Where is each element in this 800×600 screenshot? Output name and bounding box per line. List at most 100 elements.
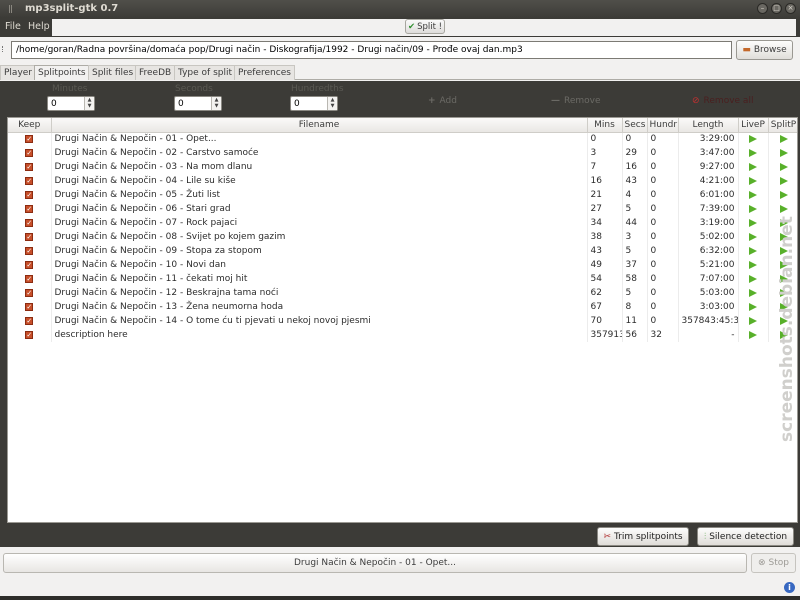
livep-cell[interactable] (738, 188, 769, 202)
table-row[interactable]: ✓ Drugi Način & Nepočin - 06 - Stari grad… (8, 202, 797, 216)
livep-cell[interactable] (738, 286, 769, 300)
play-icon[interactable] (749, 162, 757, 171)
keep-checkbox[interactable]: ✓ (8, 272, 52, 286)
livep-cell[interactable] (738, 258, 769, 272)
keep-checkbox[interactable]: ✓ (8, 216, 52, 230)
play-icon[interactable] (779, 162, 788, 171)
close-icon[interactable]: × (785, 3, 796, 14)
tab-splitpoints[interactable]: Splitpoints (34, 65, 90, 80)
play-icon[interactable] (779, 176, 788, 185)
menu-file[interactable]: File (5, 21, 21, 32)
checkbox-checked-icon[interactable]: ✓ (25, 302, 34, 311)
livep-cell[interactable] (738, 216, 769, 230)
play-icon[interactable] (779, 134, 788, 143)
col-secs[interactable]: Secs (622, 118, 648, 133)
spinner-arrows-icon[interactable]: ▲ ▼ (327, 97, 337, 110)
keep-checkbox[interactable]: ✓ (8, 244, 52, 258)
livep-cell[interactable] (738, 132, 769, 146)
menu-help[interactable]: Help (28, 21, 50, 32)
keep-checkbox[interactable]: ✓ (8, 132, 52, 146)
table-row[interactable]: ✓ Drugi Način & Nepočin - 05 - Žuti list 2… (8, 188, 797, 202)
livep-cell[interactable] (738, 160, 769, 174)
play-icon[interactable] (749, 302, 757, 311)
splitp-cell[interactable] (768, 160, 797, 174)
livep-cell[interactable] (738, 272, 769, 286)
keep-checkbox[interactable]: ✓ (8, 188, 52, 202)
table-row[interactable]: ✓ Drugi Način & Nepočin - 03 - Na mom dla… (8, 160, 797, 174)
checkbox-checked-icon[interactable]: ✓ (25, 176, 34, 185)
tab-type-of-split[interactable]: Type of split (174, 65, 236, 80)
keep-checkbox[interactable]: ✓ (8, 258, 52, 272)
keep-checkbox[interactable]: ✓ (8, 146, 52, 160)
play-icon[interactable] (749, 134, 757, 143)
checkbox-checked-icon[interactable]: ✓ (25, 316, 34, 325)
hundredths-spinner[interactable]: 0 ▲ ▼ (290, 96, 338, 111)
spinner-arrows-icon[interactable]: ▲ ▼ (84, 97, 94, 110)
livep-cell[interactable] (738, 328, 769, 342)
table-row[interactable]: ✓ Drugi Način & Nepočin - 11 - čekati moj… (8, 272, 797, 286)
col-filename[interactable]: Filename (51, 118, 588, 133)
tab-freedb[interactable]: FreeDB (135, 65, 176, 80)
checkbox-checked-icon[interactable]: ✓ (25, 204, 34, 213)
table-row[interactable]: ✓ Drugi Način & Nepočin - 10 - Novi dan 49… (8, 258, 797, 272)
play-icon[interactable] (749, 274, 757, 283)
keep-checkbox[interactable]: ✓ (8, 300, 52, 314)
maximize-icon[interactable]: □ (771, 3, 782, 14)
play-icon[interactable] (749, 316, 757, 325)
livep-cell[interactable] (738, 244, 769, 258)
col-splitp[interactable]: SplitP (768, 118, 797, 133)
table-row[interactable]: ✓ Drugi Način & Nepočin - 02 - Carstvo sa… (8, 146, 797, 160)
split-button[interactable]: ✔ Split ! (405, 19, 445, 34)
splitp-cell[interactable] (768, 188, 797, 202)
table-row[interactable]: ✓ description here 357913 56 32- (8, 328, 797, 342)
play-icon[interactable] (749, 246, 757, 255)
play-icon[interactable] (749, 176, 757, 185)
remove-all-button[interactable]: ⊘ Remove all (692, 93, 753, 109)
checkbox-checked-icon[interactable]: ✓ (25, 218, 34, 227)
keep-checkbox[interactable]: ✓ (8, 328, 52, 342)
play-icon[interactable] (749, 260, 757, 269)
info-icon[interactable]: i (784, 582, 795, 593)
col-livep[interactable]: LiveP (738, 118, 769, 133)
stop-button[interactable]: ⊗ Stop (751, 553, 796, 573)
checkbox-checked-icon[interactable]: ✓ (25, 232, 34, 241)
col-keep[interactable]: Keep (8, 118, 52, 133)
window-grip-icon[interactable] (9, 5, 12, 13)
play-icon[interactable] (749, 232, 757, 241)
table-row[interactable]: ✓ Drugi Način & Nepočin - 09 - Stopa za s… (8, 244, 797, 258)
splitp-cell[interactable] (768, 146, 797, 160)
table-row[interactable]: ✓ Drugi Način & Nepočin - 08 - Svijet po … (8, 230, 797, 244)
play-icon[interactable] (779, 190, 788, 199)
checkbox-checked-icon[interactable]: ✓ (25, 246, 34, 255)
keep-checkbox[interactable]: ✓ (8, 160, 52, 174)
col-length[interactable]: Length (678, 118, 739, 133)
tab-preferences[interactable]: Preferences (234, 65, 295, 80)
table-row[interactable]: ✓ Drugi Način & Nepočin - 12 - Beskrajna … (8, 286, 797, 300)
splitp-cell[interactable] (768, 202, 797, 216)
table-row[interactable]: ✓ Drugi Način & Nepočin - 07 - Rock pajac… (8, 216, 797, 230)
minimize-icon[interactable]: – (757, 3, 768, 14)
keep-checkbox[interactable]: ✓ (8, 286, 52, 300)
livep-cell[interactable] (738, 146, 769, 160)
splitp-cell[interactable] (768, 174, 797, 188)
checkbox-checked-icon[interactable]: ✓ (25, 190, 34, 199)
livep-cell[interactable] (738, 300, 769, 314)
table-row[interactable]: ✓ Drugi Način & Nepočin - 01 - Opet... 0 0 0… (8, 132, 797, 146)
checkbox-checked-icon[interactable]: ✓ (25, 260, 34, 269)
seconds-spinner[interactable]: 0 ▲ ▼ (174, 96, 222, 111)
play-icon[interactable] (749, 218, 757, 227)
file-path-input[interactable]: /home/goran/Radna površina/domaća pop/Dr… (11, 41, 732, 59)
keep-checkbox[interactable]: ✓ (8, 174, 52, 188)
table-row[interactable]: ✓ Drugi Način & Nepočin - 14 - O tome ću … (8, 314, 797, 328)
play-icon[interactable] (749, 190, 757, 199)
play-icon[interactable] (749, 148, 757, 157)
livep-cell[interactable] (738, 202, 769, 216)
tab-player[interactable]: Player (0, 65, 37, 80)
tab-split-files[interactable]: Split files (88, 65, 138, 80)
browse-button[interactable]: ▬ Browse (736, 40, 793, 60)
table-row[interactable]: ✓ Drugi Način & Nepočin - 13 - Žena neumo… (8, 300, 797, 314)
silence-detection-button[interactable]: ⫶ Silence detection (697, 527, 794, 546)
checkbox-checked-icon[interactable]: ✓ (25, 134, 34, 143)
play-icon[interactable] (749, 204, 757, 213)
col-hundr[interactable]: Hundr (647, 118, 679, 133)
